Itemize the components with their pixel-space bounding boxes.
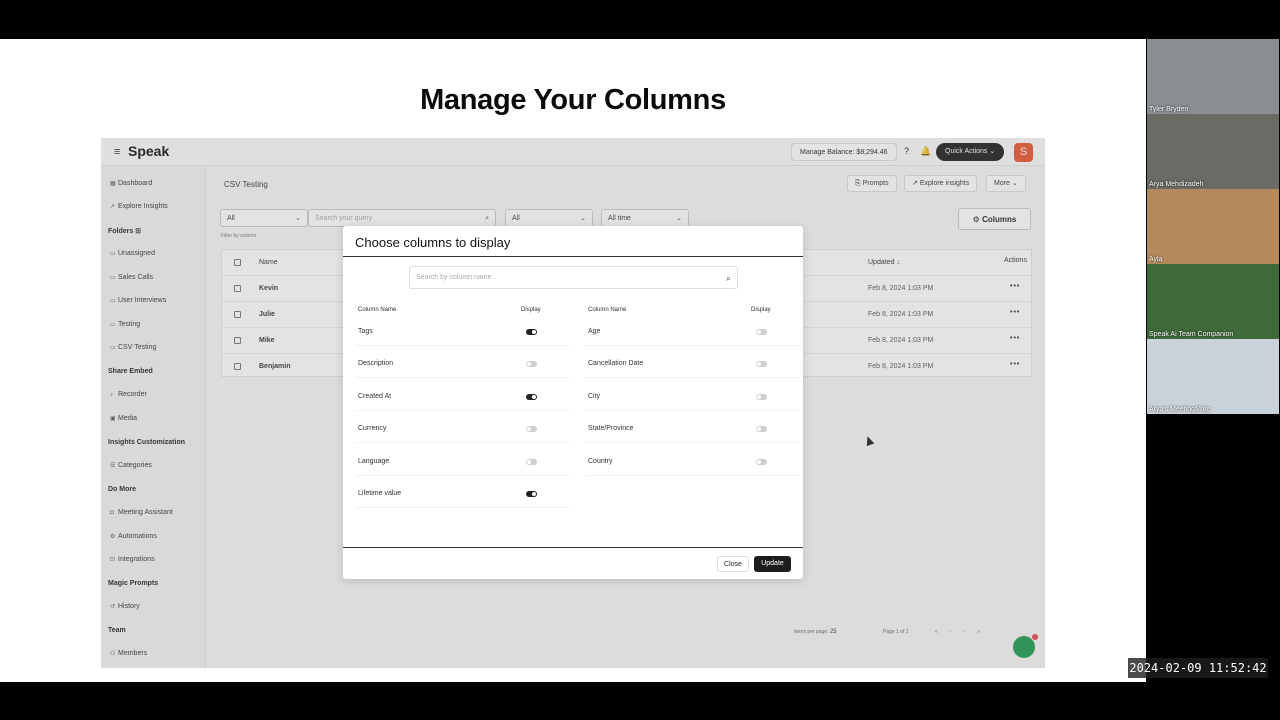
divider [343, 256, 803, 257]
column-option-row: State/Province [586, 417, 799, 444]
participant-tile: Tyler Bryden [1147, 39, 1279, 114]
display-toggle[interactable] [526, 329, 537, 335]
column-option-row: Currency [356, 417, 569, 444]
column-option-row: Tags [356, 320, 569, 346]
column-option-label: Lifetime value [358, 490, 402, 497]
column-option-label: Currency [358, 425, 387, 433]
participant-name: Arya's MeetingMate [1149, 406, 1211, 413]
display-toggle[interactable] [756, 426, 767, 433]
choose-columns-modal: Choose columns to display Search by colu… [343, 226, 803, 579]
display-toggle[interactable] [526, 426, 537, 433]
column-option-row: City [586, 385, 799, 411]
app-screenshot: ≡ Speak Manage Balance: $8,294.46 ? 🔔 Qu… [101, 138, 1045, 668]
update-button[interactable]: Update [754, 556, 791, 572]
column-option-label: Tags [358, 328, 373, 335]
column-option-row: Lifetime value [356, 482, 569, 508]
participant-tile: Arya's MeetingMate [1147, 339, 1279, 414]
column-option-label: Country [588, 457, 613, 465]
column-option-label: Language [358, 457, 390, 465]
column-option-label: City [588, 392, 601, 400]
column-option-row: Country [586, 450, 799, 476]
display-toggle[interactable] [526, 458, 537, 465]
participant-tile: Arya Mehdizadeh [1147, 114, 1279, 189]
participant-tile: Ayla [1147, 189, 1279, 264]
column-option-label: Cancellation Date [588, 360, 644, 368]
column-search-input[interactable]: Search by column name ⌕ [409, 266, 738, 289]
column-name-header: Column Name [358, 307, 397, 313]
participant-tile: Speak Ai Team Companion [1147, 264, 1279, 339]
column-option-label: Description [358, 360, 394, 368]
search-icon: ⌕ [725, 273, 731, 283]
participant-name: Ayla [1149, 256, 1163, 263]
display-toggle[interactable] [526, 361, 537, 368]
slide-title: Manage Your Columns [420, 84, 726, 116]
participant-name: Speak Ai Team Companion [1149, 331, 1234, 338]
column-option-row: Language [356, 450, 569, 476]
display-toggle[interactable] [756, 393, 767, 400]
video-frame: Manage Your Columns ≡ Speak Manage Balan… [0, 0, 1280, 720]
column-option-row: Description [356, 352, 569, 379]
column-option-row: Cancellation Date [586, 352, 799, 379]
column-option-row: Created At [356, 385, 569, 411]
recording-timestamp: 2024-02-09 11:52:42 [1128, 658, 1268, 678]
column-option-label: Created At [358, 392, 392, 400]
display-header: Display [521, 307, 541, 313]
display-toggle[interactable] [756, 458, 767, 465]
presentation-slide: Manage Your Columns ≡ Speak Manage Balan… [0, 39, 1146, 682]
display-toggle[interactable] [526, 393, 537, 400]
column-option-label: Age [588, 328, 601, 335]
column-option-row: Age [586, 320, 799, 346]
column-option-label: State/Province [588, 425, 634, 433]
column-name-header: Column Name [588, 307, 627, 313]
display-header: Display [751, 307, 771, 313]
display-toggle[interactable] [756, 329, 767, 335]
display-toggle[interactable] [756, 361, 767, 368]
participant-name: Arya Mehdizadeh [1149, 181, 1204, 188]
participant-name: Tyler Bryden [1149, 106, 1189, 113]
close-button[interactable]: Close [717, 556, 749, 572]
divider [343, 547, 803, 548]
display-toggle[interactable] [526, 491, 537, 497]
modal-title: Choose columns to display [355, 235, 511, 250]
